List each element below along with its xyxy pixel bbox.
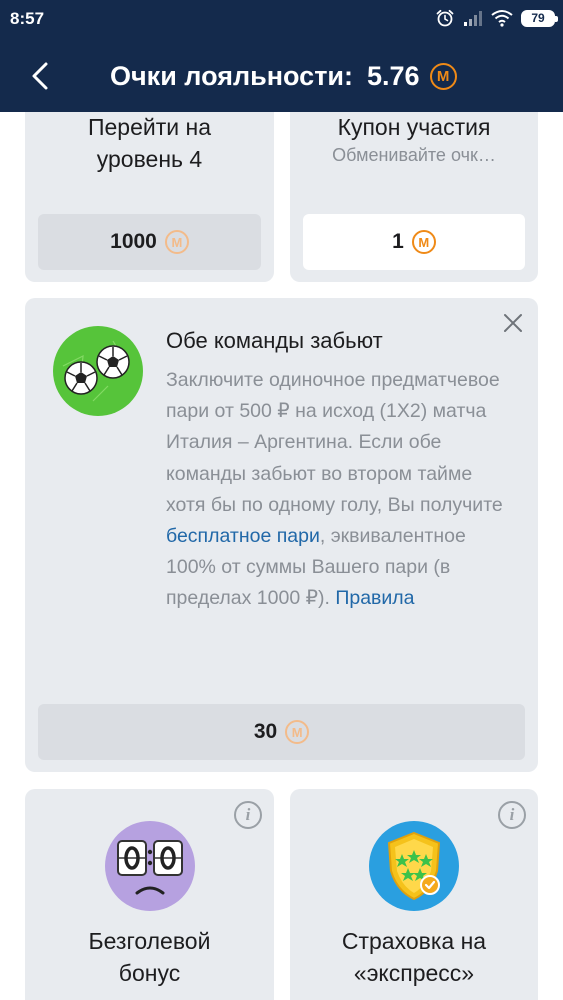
promo-card-both-teams-score[interactable]: Обе команды забьют Заключите одиночное п… <box>25 298 538 772</box>
alarm-icon <box>436 9 454 27</box>
promo-price-button[interactable]: 30 M <box>38 704 525 760</box>
free-bet-link[interactable]: бесплатное пари <box>166 525 320 547</box>
reward-card-title-line2: уровень 4 <box>96 146 203 172</box>
signal-icon <box>464 11 482 26</box>
coin-icon: M <box>411 230 436 254</box>
info-icon[interactable]: i <box>498 801 526 829</box>
app-header: 8:57 79 Очки лояльности: 5.76 M <box>0 0 563 112</box>
reward-card-title: Безголевой <box>88 928 211 954</box>
page-title-label: Очки лояльности: <box>110 60 353 91</box>
level-up-price-button[interactable]: 1000 M <box>38 214 261 270</box>
info-icon[interactable]: i <box>234 801 262 829</box>
reward-card-title-line2: «экспресс» <box>353 960 475 986</box>
reward-card-title: Перейти на <box>87 114 212 140</box>
coupon-price-button[interactable]: 1 M <box>303 214 525 270</box>
soccer-balls-icon <box>53 326 143 416</box>
loyalty-points-value: 5.76 <box>367 60 420 91</box>
wifi-icon <box>491 10 513 27</box>
reward-card-title: Страховка на <box>341 928 487 954</box>
rewards-list[interactable]: Перейти на уровень 4 1000 M Купон участи… <box>0 112 563 1000</box>
close-icon[interactable] <box>500 310 526 336</box>
price-value: 30 <box>253 720 278 743</box>
page-title: Очки лояльности: 5.76 M <box>110 58 457 94</box>
status-icons: 79 <box>435 7 558 29</box>
back-arrow-icon <box>32 62 48 90</box>
promo-description: Заключите одиночное предматчевое пари от… <box>166 365 506 615</box>
scoreboard-sad-icon <box>104 821 195 911</box>
rules-link[interactable]: Правила <box>335 587 414 609</box>
battery-icon: 79 <box>521 9 558 27</box>
back-button[interactable] <box>20 56 60 96</box>
reward-card-goalless-bonus[interactable]: i Безголевой бонус <box>25 789 274 1000</box>
reward-card-title-line2: бонус <box>118 960 181 986</box>
coin-icon: M <box>429 62 457 90</box>
reward-card-participation-coupon[interactable]: Купон участия Обменивайте очк… 1 M <box>290 112 538 282</box>
status-time: 8:57 <box>10 9 45 28</box>
reward-card-level-up[interactable]: Перейти на уровень 4 1000 M <box>25 112 274 282</box>
promo-description-text: Заключите одиночное предматчевое пари от… <box>166 369 503 516</box>
shield-stars-icon <box>369 821 459 911</box>
price-value: 1 <box>392 230 404 253</box>
price-value: 1000 <box>110 230 157 253</box>
reward-card-subtitle: Обменивайте очк… <box>332 145 496 165</box>
promo-title: Обе команды забьют <box>166 328 383 353</box>
reward-card-title: Купон участия <box>337 114 491 140</box>
coin-icon: M <box>164 230 189 254</box>
coin-icon: M <box>285 720 310 744</box>
reward-card-express-insurance[interactable]: i Страховка на «экспресс» <box>290 789 538 1000</box>
